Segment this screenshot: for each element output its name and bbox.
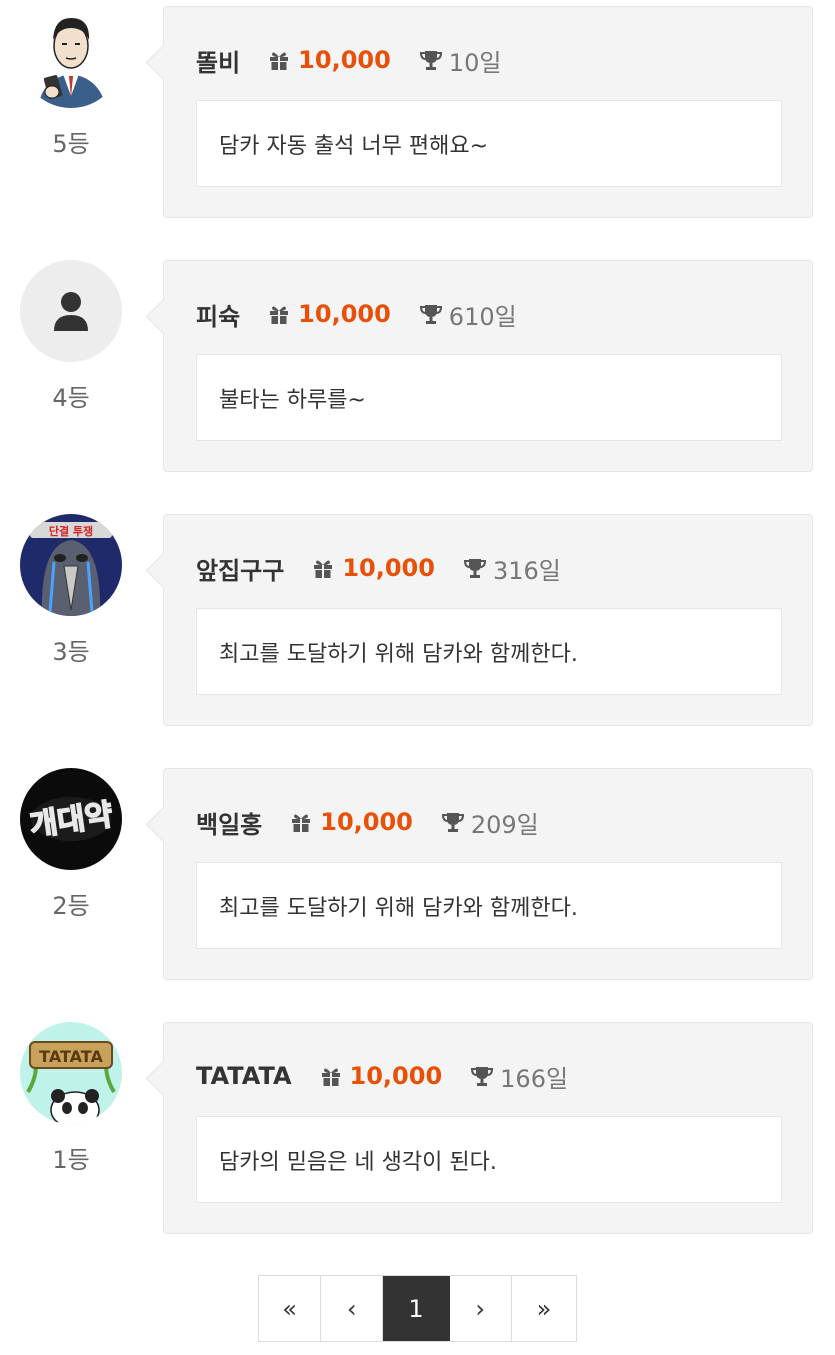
nickname[interactable]: TATATA: [196, 1062, 292, 1090]
neon-sign-avatar: 개대약: [20, 768, 122, 870]
entry-meta: 앞집구구 10,000 316일: [196, 551, 561, 585]
trophy-icon: [463, 559, 486, 578]
avatar[interactable]: 개대약: [20, 768, 122, 870]
businessman-phone-avatar: [20, 6, 122, 108]
crying-bird-avatar: 단결 투쟁: [20, 514, 122, 616]
current-page-button[interactable]: 1: [383, 1276, 450, 1341]
comment-card: 똘비 10,000 10일 담카 자동 출석 너무 편해요~: [145, 6, 813, 218]
points-value: 10,000: [298, 300, 391, 328]
attendance-days: 10일: [448, 48, 502, 77]
rank-label: 4등: [52, 384, 90, 412]
rank-label: 1등: [52, 1146, 90, 1174]
avatar[interactable]: 단결 투쟁: [20, 514, 122, 616]
points-value: 10,000: [320, 808, 413, 836]
trophy-icon: [471, 1067, 494, 1086]
attendance-days: 316일: [492, 556, 561, 585]
points-value: 10,000: [342, 554, 435, 582]
gift-icon: [270, 52, 289, 70]
comment-card: 앞집구구 10,000 316일 최고를 도달하기 위해 담카와 함께한다.: [145, 514, 813, 726]
points-value: 10,000: [298, 46, 391, 74]
points-value: 10,000: [349, 1062, 443, 1090]
list-item: 4등 피슉 10,000 610일 불타는 하루를~: [0, 260, 835, 514]
gift-icon: [292, 814, 311, 832]
comment-message: 최고를 도달하기 위해 담카와 함께한다.: [196, 608, 782, 695]
trophy-icon: [419, 51, 442, 70]
list-item: 5등 똘비 10,000 10일 담카 자동 출석 너무 편해요~: [0, 6, 835, 260]
gift-icon: [321, 1068, 340, 1086]
entry-meta: 백일홍 10,000 209일: [196, 805, 539, 839]
attendance-days: 209일: [470, 810, 539, 839]
pagination: « ‹ 1 › »: [258, 1275, 577, 1342]
entry-meta: TATATA 10,000 166일: [196, 1059, 568, 1093]
rank-label: 5등: [52, 130, 90, 158]
comment-card: TATATA 10,000 166일 담카의 믿음은 네 생각이 된다.: [145, 1022, 813, 1234]
comment-message: 불타는 하루를~: [196, 354, 782, 441]
nickname[interactable]: 앞집구구: [196, 551, 284, 586]
avatar-sign-text: 단결 투쟁: [49, 524, 93, 538]
list-item: 개대약 2등 백일홍 10,000 209일 최고를 도달하기 위해 담카와 함…: [0, 768, 835, 1022]
first-page-button[interactable]: «: [259, 1276, 322, 1341]
gift-icon: [314, 560, 333, 578]
last-page-button[interactable]: »: [511, 1276, 577, 1341]
comment-card: 백일홍 10,000 209일 최고를 도달하기 위해 담카와 함께한다.: [145, 768, 813, 980]
rank-label: 3등: [52, 638, 90, 666]
comment-message: 담카의 믿음은 네 생각이 된다.: [196, 1116, 782, 1203]
comment-card: 피슉 10,000 610일 불타는 하루를~: [145, 260, 813, 472]
nickname[interactable]: 백일홍: [196, 805, 262, 840]
trophy-icon: [441, 813, 464, 832]
avatar[interactable]: [20, 260, 122, 362]
trophy-icon: [419, 305, 442, 324]
comment-message: 최고를 도달하기 위해 담카와 함께한다.: [196, 862, 782, 949]
entry-meta: 똘비 10,000 10일: [196, 43, 501, 77]
attendance-days: 166일: [500, 1064, 569, 1093]
panda-sign-avatar: TATATA: [20, 1022, 122, 1124]
nickname[interactable]: 피슉: [196, 297, 240, 332]
comment-message: 담카 자동 출석 너무 편해요~: [196, 100, 782, 187]
entry-meta: 피슉 10,000 610일: [196, 297, 517, 331]
list-item: 단결 투쟁 3등 앞집구구 10,000 316일 최고를 도달하기 위해 담카…: [0, 514, 835, 768]
attendance-days: 610일: [448, 302, 517, 331]
avatar[interactable]: [20, 6, 122, 108]
avatar[interactable]: TATATA: [20, 1022, 122, 1124]
nickname[interactable]: 똘비: [196, 43, 240, 78]
gift-icon: [270, 306, 289, 324]
prev-page-button[interactable]: ‹: [321, 1276, 384, 1341]
avatar-sign-text: TATATA: [39, 1047, 103, 1066]
next-page-button[interactable]: ›: [449, 1276, 512, 1341]
default-user-icon: [20, 260, 122, 362]
list-item: TATATA 1등 TATATA 10,000 166일 담카의 믿음은 네 생…: [0, 1022, 835, 1276]
rank-label: 2등: [52, 892, 90, 920]
